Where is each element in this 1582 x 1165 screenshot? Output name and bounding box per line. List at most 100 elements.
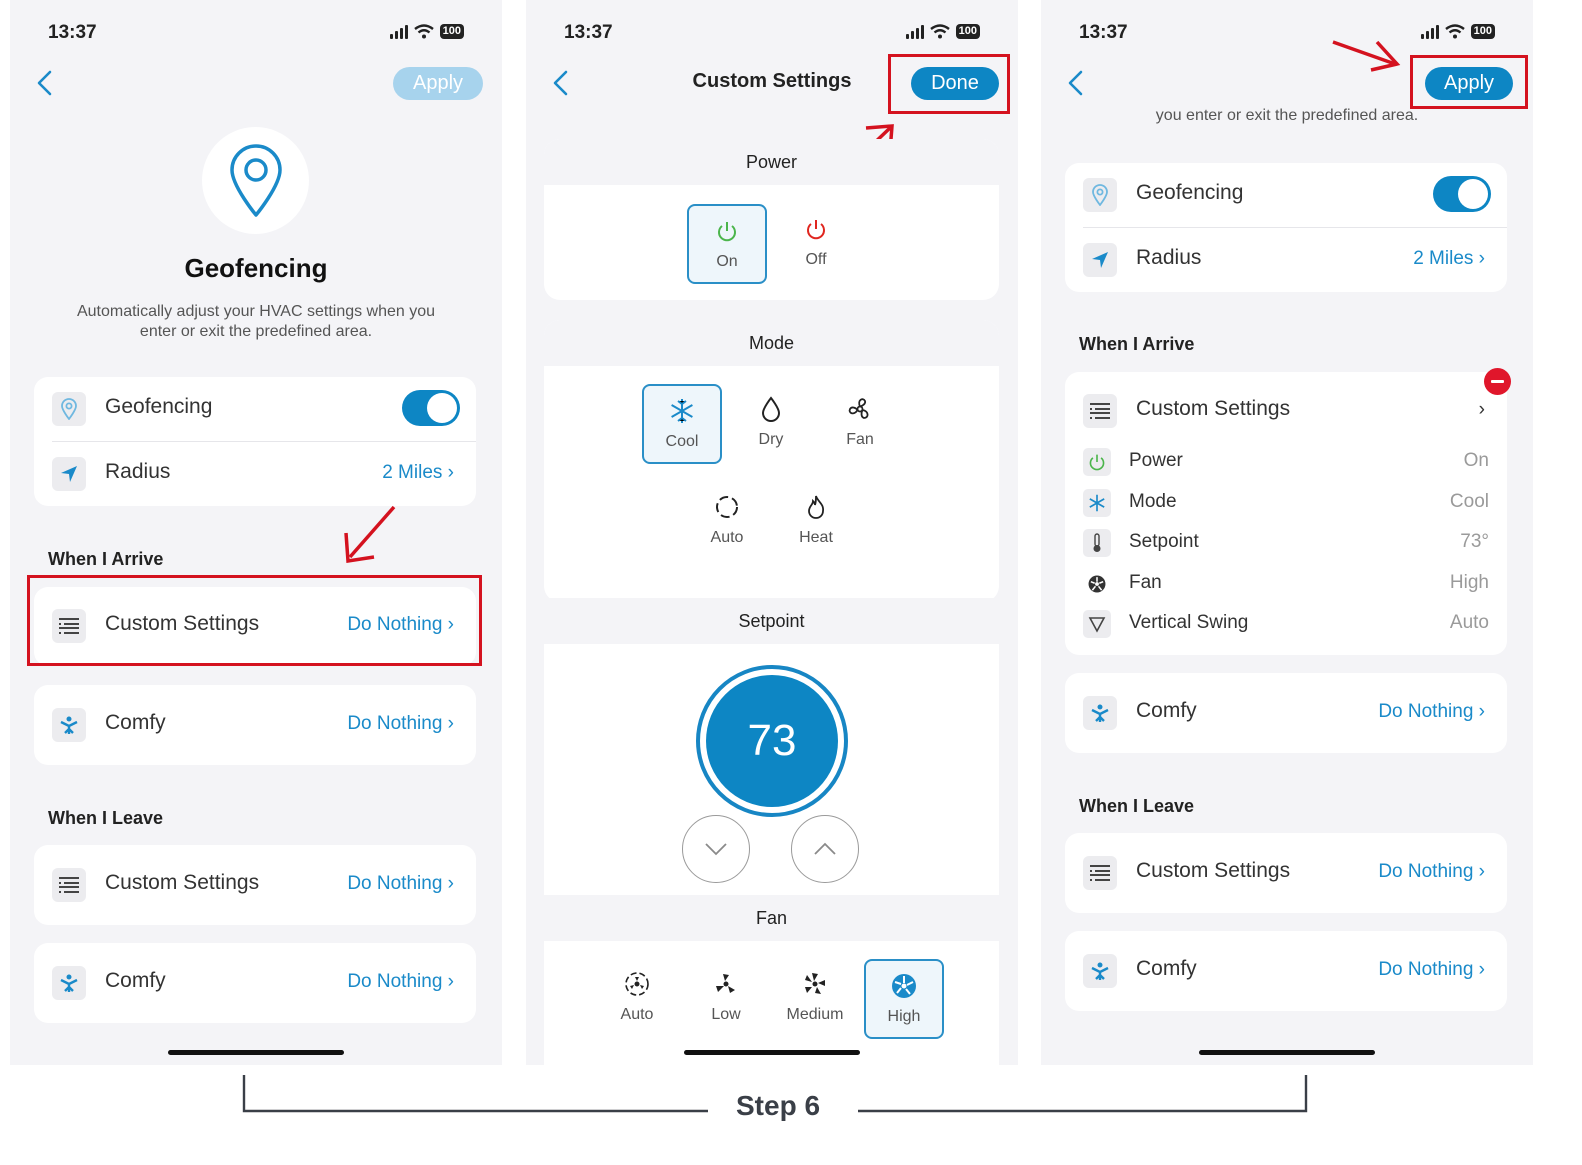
mode-dry-option[interactable]: Dry <box>731 384 811 464</box>
location-pin-icon <box>229 143 282 217</box>
custom-settings-label: Custom Settings <box>1136 397 1291 420</box>
radius-row[interactable]: Radius 2 Miles › <box>1065 228 1507 292</box>
arrive-comfy-row[interactable]: Comfy Do Nothing › <box>1065 681 1507 745</box>
fan-high-option[interactable]: High <box>864 959 944 1039</box>
leave-custom-settings-row[interactable]: Custom Settings Do Nothing › <box>34 853 476 917</box>
fan-auto-option[interactable]: Auto <box>597 959 677 1039</box>
comfy-person-icon <box>1083 696 1117 730</box>
highlight-box <box>888 54 1010 114</box>
signal-icon <box>389 24 408 39</box>
arrive-comfy-card[interactable]: Comfy Do Nothing › <box>1065 673 1507 753</box>
fan-auto-icon <box>597 969 677 999</box>
minus-icon <box>1491 380 1504 383</box>
decrease-setpoint-button[interactable] <box>682 815 750 883</box>
geofencing-label: Geofencing <box>1136 181 1244 204</box>
power-header: Power <box>544 139 999 185</box>
power-icon <box>776 214 856 244</box>
geofence-settings-card: Geofencing Radius 2 Miles › <box>1065 163 1507 292</box>
radius-label: Radius <box>105 460 171 483</box>
detail-row-vertical-swing: Vertical Swing Auto <box>1065 604 1507 644</box>
leave-comfy-card[interactable]: Comfy Do Nothing › <box>34 943 476 1023</box>
status-bar: 13:37 100 <box>526 22 1018 46</box>
phone-screen-geofencing-updated: you enter or exit the predefined area. 1… <box>1041 0 1533 1065</box>
list-settings-icon <box>52 868 86 902</box>
snowflake-icon <box>1083 489 1111 517</box>
leave-custom-settings-card[interactable]: Custom Settings Do Nothing › <box>34 845 476 925</box>
remove-button[interactable] <box>1484 368 1511 395</box>
leave-custom-settings-card[interactable]: Custom Settings Do Nothing › <box>1065 833 1507 913</box>
setpoint-header: Setpoint <box>544 598 999 644</box>
arrive-comfy-row[interactable]: Comfy Do Nothing › <box>34 693 476 757</box>
geofence-logo <box>202 127 309 234</box>
battery-icon: 100 <box>955 24 980 39</box>
comfy-person-icon <box>52 708 86 742</box>
arrive-custom-settings-card[interactable]: Custom Settings › Power On Mode Cool Set… <box>1065 372 1507 655</box>
mode-cool-option[interactable]: Cool <box>642 384 722 464</box>
fan-icon <box>1083 570 1111 598</box>
chevron-up-icon <box>814 842 836 855</box>
flame-icon <box>776 492 856 522</box>
fan-icon <box>820 394 900 424</box>
power-icon <box>689 216 765 246</box>
red-arrow-icon <box>344 505 396 564</box>
wifi-icon <box>929 24 950 39</box>
geofencing-toggle[interactable] <box>1433 176 1491 212</box>
mode-auto-option[interactable]: Auto <box>687 482 767 562</box>
geofencing-row: Geofencing <box>34 377 476 441</box>
step-label: Step 6 <box>736 1090 821 1121</box>
location-pin-icon <box>52 392 86 426</box>
leave-comfy-row[interactable]: Comfy Do Nothing › <box>34 951 476 1015</box>
battery-icon: 100 <box>439 24 464 39</box>
signal-icon <box>905 24 924 39</box>
geofencing-label: Geofencing <box>105 395 213 418</box>
setpoint-dial: 73 <box>696 665 848 817</box>
apply-button[interactable]: Apply <box>393 67 483 100</box>
geofencing-row: Geofencing <box>1065 163 1507 227</box>
mode-heat-option[interactable]: Heat <box>776 482 856 562</box>
geofencing-toggle[interactable] <box>402 390 460 426</box>
comfy-label: Comfy <box>105 711 166 734</box>
power-off-option[interactable]: Off <box>776 204 856 284</box>
location-pin-icon <box>1083 178 1117 212</box>
description-partial: you enter or exit the predefined area. <box>1155 107 1419 124</box>
leave-comfy-row[interactable]: Comfy Do Nothing › <box>1065 939 1507 1003</box>
arrive-comfy-card[interactable]: Comfy Do Nothing › <box>34 685 476 765</box>
comfy-value: Do Nothing › <box>1378 701 1485 722</box>
wifi-icon <box>1444 24 1465 39</box>
when-i-leave-header: When I Leave <box>48 808 164 828</box>
status-bar: 13:37 100 <box>1041 22 1533 46</box>
back-chevron-icon[interactable] <box>1059 66 1093 100</box>
chevron-down-icon <box>705 843 727 856</box>
fan-panel: Fan Auto Low Medium High <box>544 895 999 1065</box>
mode-fan-option[interactable]: Fan <box>820 384 900 464</box>
increase-setpoint-button[interactable] <box>791 815 859 883</box>
arrive-custom-settings-row[interactable]: Custom Settings › <box>1065 379 1507 443</box>
detail-row-power: Power On <box>1065 442 1507 482</box>
comfy-value: Do Nothing › <box>347 713 454 734</box>
power-icon <box>1083 448 1111 476</box>
highlight-box <box>1410 55 1528 109</box>
leave-comfy-card[interactable]: Comfy Do Nothing › <box>1065 931 1507 1011</box>
detail-row-fan: Fan High <box>1065 564 1507 604</box>
highlight-box <box>27 575 482 666</box>
back-chevron-icon[interactable] <box>28 66 62 100</box>
water-drop-icon <box>731 394 811 424</box>
radius-row[interactable]: Radius 2 Miles › <box>34 442 476 506</box>
auto-cycle-icon <box>687 492 767 522</box>
custom-settings-label: Custom Settings <box>1136 859 1291 882</box>
when-i-arrive-header: When I Arrive <box>1079 334 1195 354</box>
leave-custom-settings-row[interactable]: Custom Settings Do Nothing › <box>1065 841 1507 905</box>
comfy-value: Do Nothing › <box>347 971 454 992</box>
fan-low-option[interactable]: Low <box>686 959 766 1039</box>
radius-value: 2 Miles › <box>1413 248 1485 269</box>
fan-medium-option[interactable]: Medium <box>775 959 855 1039</box>
snowflake-icon <box>644 396 720 426</box>
step-bracket: Step 6 <box>0 1075 1582 1165</box>
custom-settings-value: Do Nothing › <box>1378 861 1485 882</box>
mode-panel: Mode Cool Dry Fan Auto Heat <box>544 320 999 602</box>
swing-icon <box>1083 610 1111 638</box>
power-on-option[interactable]: On <box>687 204 767 284</box>
fan-medium-icon <box>775 969 855 999</box>
red-arrow-icon <box>1332 40 1401 72</box>
custom-settings-value: Do Nothing › <box>347 873 454 894</box>
